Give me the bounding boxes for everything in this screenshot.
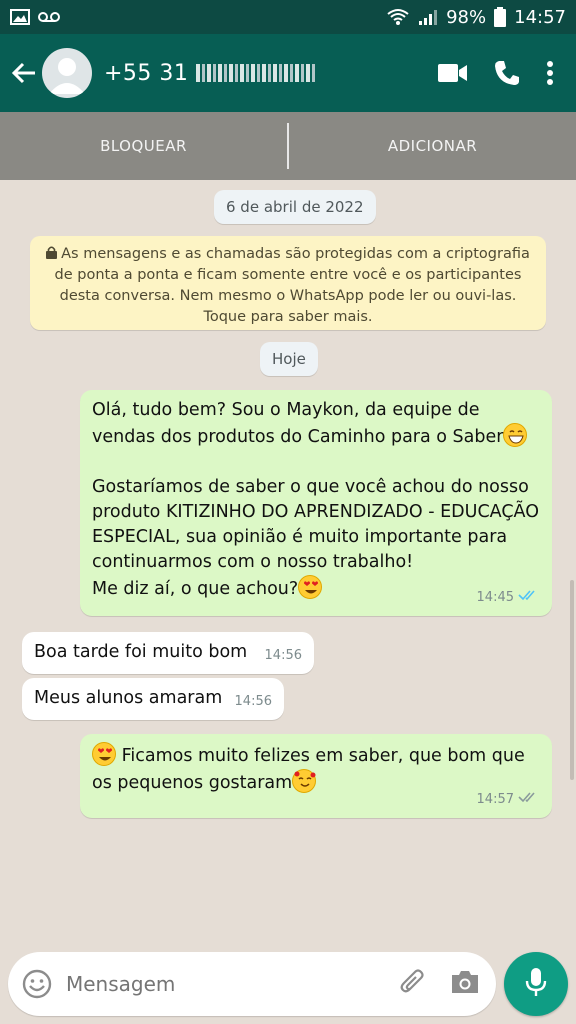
wifi-icon [386, 8, 410, 26]
message-time: 14:56 [234, 694, 272, 709]
phone-icon[interactable] [494, 60, 520, 86]
message-time: 14:56 [264, 648, 302, 663]
redacted-number [196, 64, 317, 82]
message-meta: 14:57 [477, 787, 540, 812]
message-line-1: Olá, tudo bem? Sou o Maykon, da equipe d… [92, 400, 504, 447]
avatar[interactable] [42, 48, 92, 98]
incoming-message[interactable]: Meus alunos amaram 14:56 [22, 678, 284, 720]
grin-emoji-icon [503, 423, 528, 447]
message-meta: 14:45 [477, 585, 540, 610]
incoming-message[interactable]: Boa tarde foi muito bom 14:56 [22, 632, 314, 674]
add-contact-button[interactable]: ADICIONAR [289, 137, 576, 155]
message-line-3: Me diz aí, o que achou? [92, 579, 299, 599]
read-receipt-icon [518, 585, 540, 610]
video-call-icon[interactable] [438, 62, 468, 84]
unknown-contact-bar: BLOQUEAR ADICIONAR [0, 112, 576, 180]
signal-icon [418, 8, 438, 26]
date-chip-today: Hoje [260, 342, 318, 376]
emoji-picker-icon[interactable] [22, 969, 52, 999]
smiling-hearts-emoji-icon [292, 769, 317, 793]
gallery-notification-icon [10, 9, 30, 25]
message-text: Olá, tudo bem? Sou o Maykon, da equipe d… [92, 398, 540, 602]
outgoing-message[interactable]: Ficamos muito felizes em saber, que bom … [80, 734, 552, 818]
message-time: 14:57 [476, 792, 514, 807]
battery-percent: 98% [446, 6, 487, 28]
heart-eyes-emoji-icon [298, 575, 323, 599]
more-vert-icon[interactable] [546, 61, 554, 85]
chat-area[interactable]: 6 de abril de 2022 As mensagens e as cha… [0, 180, 576, 944]
scrollbar[interactable] [570, 580, 574, 780]
voice-message-button[interactable] [504, 952, 568, 1016]
clock: 14:57 [514, 6, 566, 28]
chat-header: +55 31 [0, 34, 576, 112]
message-composer [8, 952, 496, 1016]
mic-icon [525, 967, 547, 1001]
voicemail-icon [38, 11, 60, 23]
message-text: Ficamos muito felizes em saber, que bom … [92, 742, 540, 796]
date-chip: 6 de abril de 2022 [214, 190, 376, 224]
encryption-notice[interactable]: As mensagens e as chamadas são protegida… [30, 236, 546, 330]
message-input[interactable] [66, 972, 398, 996]
contact-name[interactable]: +55 31 [104, 61, 438, 86]
message-text: Boa tarde foi muito bom [34, 642, 248, 662]
encryption-text: As mensagens e as chamadas são protegida… [54, 246, 530, 325]
contact-phone-prefix: +55 31 [104, 60, 189, 86]
delivered-receipt-icon [518, 787, 540, 812]
lock-icon [46, 246, 58, 259]
message-line-2: Gostaríamos de saber o que você achou do… [92, 477, 545, 572]
battery-icon [494, 7, 507, 27]
heart-eyes-emoji-icon [92, 742, 116, 766]
camera-icon[interactable] [450, 969, 480, 999]
block-button[interactable]: BLOQUEAR [0, 137, 287, 155]
message-time: 14:45 [476, 590, 514, 605]
status-bar: 98% 14:57 [0, 0, 576, 34]
attach-icon[interactable] [398, 967, 428, 1001]
outgoing-message[interactable]: Olá, tudo bem? Sou o Maykon, da equipe d… [80, 390, 552, 616]
back-arrow-icon[interactable] [4, 53, 44, 93]
